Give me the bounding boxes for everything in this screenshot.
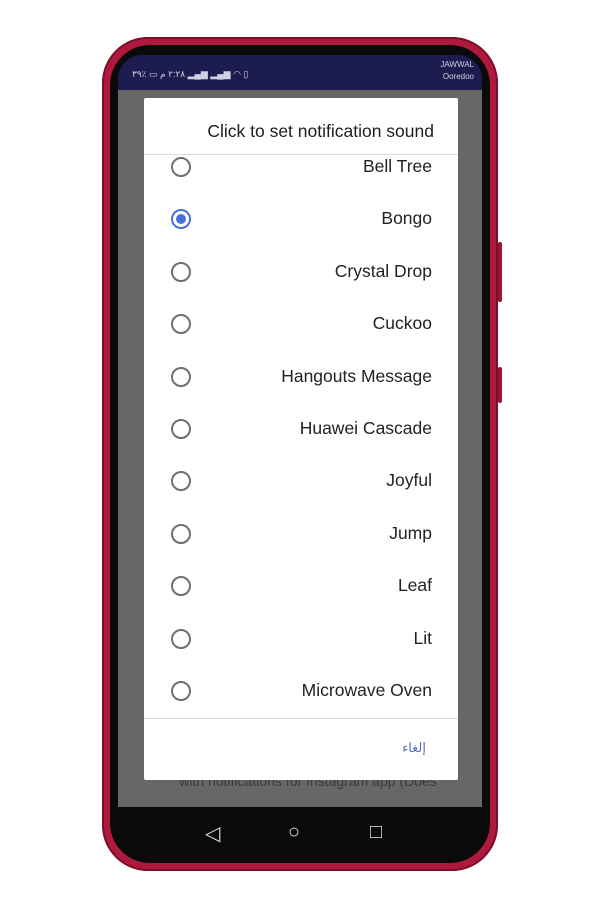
power-button [498,367,502,403]
sound-option-label: Joyful [386,470,432,491]
sound-option[interactable]: Bell Tree [144,145,458,189]
sound-option-label: Crystal Drop [334,260,432,281]
navigation-bar: ◁ ○ □ [110,807,490,863]
radio-icon[interactable] [171,628,191,649]
notification-sound-dialog: Click to set notification sound Bell Tre… [144,98,458,780]
radio-icon[interactable] [171,314,191,335]
sound-option-label: Huawei Cascade [299,418,432,438]
sound-option[interactable]: Joyful [144,459,458,503]
radio-icon[interactable] [171,419,191,439]
carrier-1: JAWWAL [440,60,474,69]
sound-option-label: Hangouts Message [281,365,432,386]
carrier-2: Ooredoo [442,72,474,81]
radio-icon[interactable] [171,681,191,701]
radio-icon[interactable] [171,157,191,177]
radio-selected-icon[interactable] [171,209,191,230]
radio-icon[interactable] [171,576,191,597]
sound-option[interactable]: Lit [144,617,458,661]
sound-option-label: Jump [389,522,432,543]
volume-button [498,242,502,302]
back-icon[interactable]: ◁ [205,821,220,846]
cancel-button[interactable]: إلغاء [402,740,426,756]
sound-option[interactable]: Bongo [144,197,458,241]
divider [144,718,458,719]
status-left: ٢:٢٨ م ▭ ٪٣٩ ▂▄▆ ▂▄▆ ◠ ▯ [132,69,249,79]
radio-icon[interactable] [171,366,191,387]
sound-option-label: Microwave Oven [301,680,432,700]
radio-icon[interactable] [171,261,191,282]
battery-percent: ٪٣٩ [132,69,147,79]
radio-icon[interactable] [171,471,191,492]
sound-option-label: Lit [413,627,432,648]
sound-option[interactable]: Huawei Cascade [144,407,458,451]
sound-option[interactable]: Microwave Oven [144,669,458,713]
sound-option-label: Cuckoo [372,313,432,334]
radio-icon[interactable] [171,523,191,544]
sound-option[interactable]: Crystal Drop [144,250,458,294]
sound-option[interactable]: Hangouts Message [144,355,458,399]
sound-option-label: Bongo [381,208,432,229]
dialog-title: Click to set notification sound [207,121,434,141]
sound-option-label: Leaf [397,575,432,596]
carriers: JAWWAL Ooredoo [440,59,474,83]
sound-option[interactable]: Jump [144,512,458,556]
sound-option[interactable]: Cuckoo [144,302,458,346]
sound-option-label: Bell Tree [362,156,432,176]
sound-option[interactable]: Leaf [144,564,458,608]
home-icon[interactable]: ○ [288,821,300,844]
clock: ٢:٢٨ م [160,69,186,79]
status-bar: ٢:٢٨ م ▭ ٪٣٩ ▂▄▆ ▂▄▆ ◠ ▯ JAWWAL Ooredoo [118,55,482,90]
recents-icon[interactable]: □ [370,821,382,844]
